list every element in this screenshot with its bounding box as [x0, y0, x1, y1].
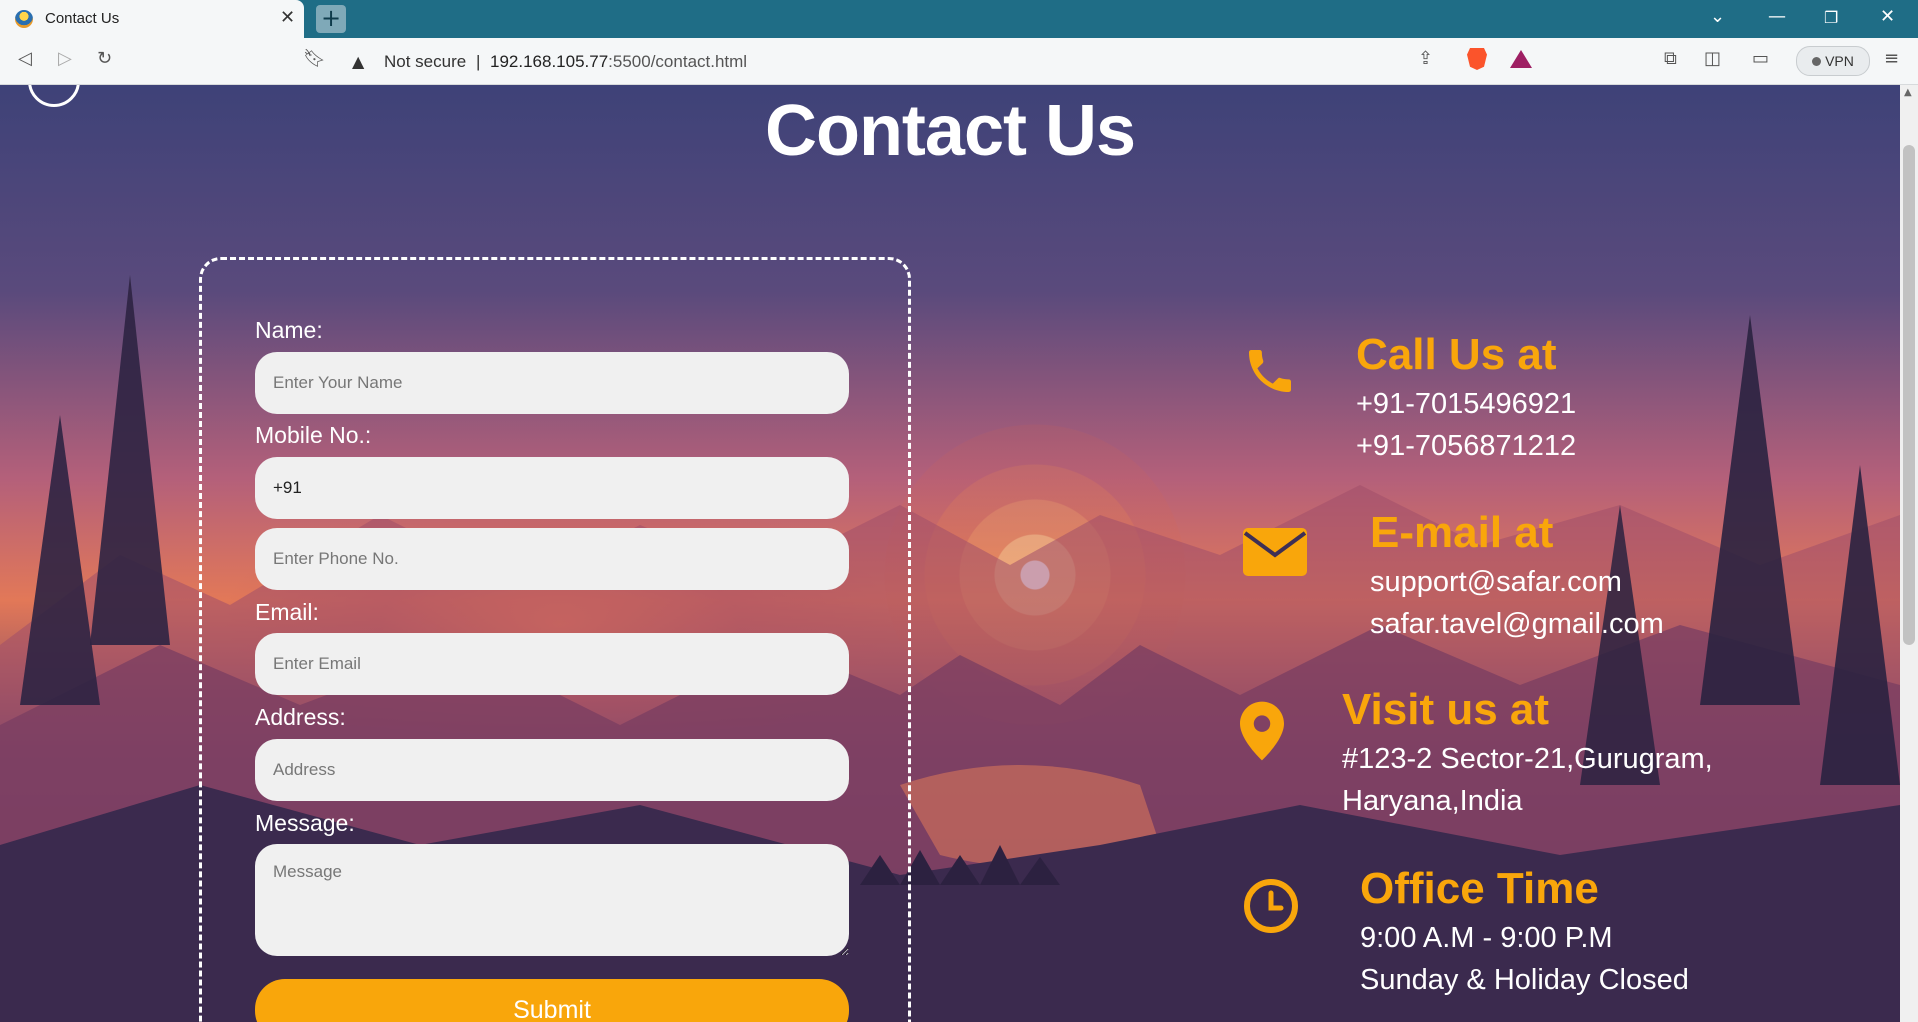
- email-input[interactable]: [255, 633, 849, 695]
- submit-button[interactable]: Submit: [255, 979, 849, 1022]
- envelope-icon: [1243, 528, 1307, 576]
- new-tab-button[interactable]: +: [316, 5, 346, 33]
- url-text[interactable]: 192.168.105.77:5500/contact.html: [490, 52, 747, 72]
- warning-icon: ▲: [352, 52, 365, 71]
- brave-shields-icon[interactable]: [1467, 48, 1487, 70]
- contact-page: Contact Us Name: Mobile No.: Email: Addr…: [0, 85, 1900, 1022]
- minimize-icon[interactable]: —: [1768, 6, 1786, 27]
- tab-search-chevron-icon[interactable]: ⌄: [1710, 6, 1725, 27]
- back-icon[interactable]: ◁: [18, 48, 32, 70]
- message-textarea[interactable]: [255, 844, 849, 956]
- mobile-label: Mobile No.:: [255, 422, 372, 448]
- address-input[interactable]: [255, 739, 849, 801]
- vpn-status-icon: [1812, 57, 1822, 66]
- vpn-label: VPN: [1825, 53, 1854, 69]
- address-label: Address:: [255, 704, 346, 730]
- url-host: 192.168.105.77: [490, 52, 609, 71]
- address-line-2: Haryana,India: [1342, 785, 1523, 817]
- address-bar[interactable]: ▲ Not secure | 192.168.105.77:5500/conta…: [340, 45, 1540, 77]
- share-icon[interactable]: ⇪: [1418, 48, 1433, 70]
- reload-icon[interactable]: ↻: [97, 48, 112, 70]
- bookmark-icon[interactable]: 🔖︎: [303, 48, 326, 70]
- extensions-icon[interactable]: ⧉: [1664, 48, 1677, 70]
- email-address-1[interactable]: support@safar.com: [1370, 566, 1622, 599]
- email-label: Email:: [255, 599, 319, 625]
- url-separator: |: [476, 52, 481, 71]
- restore-icon[interactable]: ❐: [1824, 8, 1838, 27]
- office-hours: 9:00 A.M - 9:00 P.M: [1360, 922, 1613, 954]
- name-input[interactable]: [255, 352, 849, 414]
- url-path: :5500/contact.html: [608, 52, 748, 71]
- page-title: Contact Us: [764, 91, 1136, 171]
- office-closed-note: Sunday & Holiday Closed: [1360, 964, 1689, 996]
- call-number-2[interactable]: +91-7056871212: [1356, 430, 1576, 463]
- call-number-1[interactable]: +91-7015496921: [1356, 388, 1576, 421]
- country-code-input[interactable]: [255, 457, 849, 519]
- vpn-button[interactable]: VPN: [1796, 46, 1870, 76]
- clock-icon: [1244, 879, 1298, 933]
- office-heading: Office Time: [1360, 864, 1599, 913]
- wallet-icon[interactable]: ▭: [1752, 48, 1769, 70]
- phone-input[interactable]: [255, 528, 849, 590]
- tab-strip: Contact Us ✕ + ⌄ — ❐ ✕: [0, 0, 1918, 38]
- forward-icon[interactable]: ▷: [58, 48, 72, 70]
- call-heading: Call Us at: [1356, 330, 1557, 379]
- message-label: Message:: [255, 810, 355, 836]
- brave-rewards-icon[interactable]: [1510, 50, 1532, 68]
- visit-heading: Visit us at: [1342, 685, 1550, 734]
- site-favicon-icon: [15, 10, 33, 28]
- email-heading: E-mail at: [1370, 508, 1554, 557]
- menu-icon[interactable]: ≡: [1884, 48, 1899, 70]
- scroll-thumb[interactable]: [1903, 145, 1915, 645]
- sidebar-icon[interactable]: ◫: [1704, 48, 1721, 70]
- security-status[interactable]: Not secure: [384, 52, 466, 72]
- scroll-up-arrow-icon[interactable]: ▲: [1904, 87, 1912, 98]
- address-line-1: #123-2 Sector-21,Gurugram,: [1342, 743, 1713, 775]
- email-address-2[interactable]: safar.tavel@gmail.com: [1370, 608, 1664, 641]
- page-scrollbar[interactable]: ▲: [1900, 85, 1918, 1022]
- browser-tab[interactable]: Contact Us ✕: [0, 0, 304, 38]
- tab-title: Contact Us: [45, 10, 120, 27]
- name-label: Name:: [255, 317, 323, 343]
- close-tab-icon[interactable]: ✕: [280, 7, 295, 29]
- close-window-icon[interactable]: ✕: [1880, 6, 1895, 27]
- browser-toolbar: ◁ ▷ ↻ 🔖︎ ▲ Not secure | 192.168.105.77:5…: [0, 38, 1918, 85]
- location-pin-icon: [1240, 701, 1284, 761]
- phone-icon: [1249, 350, 1291, 392]
